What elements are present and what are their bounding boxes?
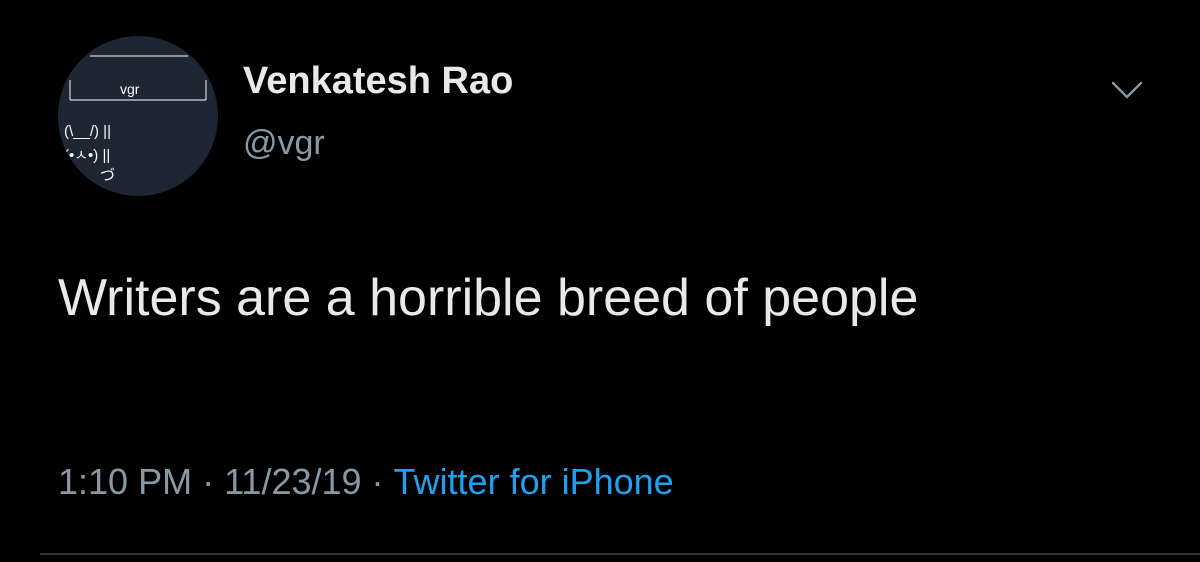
avatar-label: vgr <box>120 81 140 97</box>
avatar[interactable]: vgr (\__/) || (•ㅅ•) || づ <box>58 36 218 196</box>
tweet-text: Writers are a horrible breed of people <box>58 269 919 327</box>
avatar-art-line-2: (•ㅅ•) || <box>64 147 110 164</box>
meta-separator: · <box>371 461 384 502</box>
meta-separator: · <box>202 461 215 502</box>
chevron-down-icon[interactable] <box>1110 78 1144 102</box>
tweet-card: vgr (\__/) || (•ㅅ•) || づ Venkatesh Rao @… <box>0 0 1200 562</box>
avatar-art: vgr (\__/) || (•ㅅ•) || づ <box>64 55 207 184</box>
tweet-meta: 1:10 PM · 11/23/19 · Twitter for iPhone <box>58 464 674 500</box>
display-name[interactable]: Venkatesh Rao <box>243 62 513 100</box>
avatar-art-line-1: (\__/) || <box>64 123 111 140</box>
divider <box>40 553 1200 555</box>
tweet-date[interactable]: 11/23/19 <box>224 461 361 502</box>
tweet-source-link[interactable]: Twitter for iPhone <box>394 461 674 502</box>
avatar-art-line-3: づ <box>100 167 115 184</box>
tweet-time[interactable]: 1:10 PM <box>58 461 192 502</box>
user-handle[interactable]: @vgr <box>243 126 325 160</box>
